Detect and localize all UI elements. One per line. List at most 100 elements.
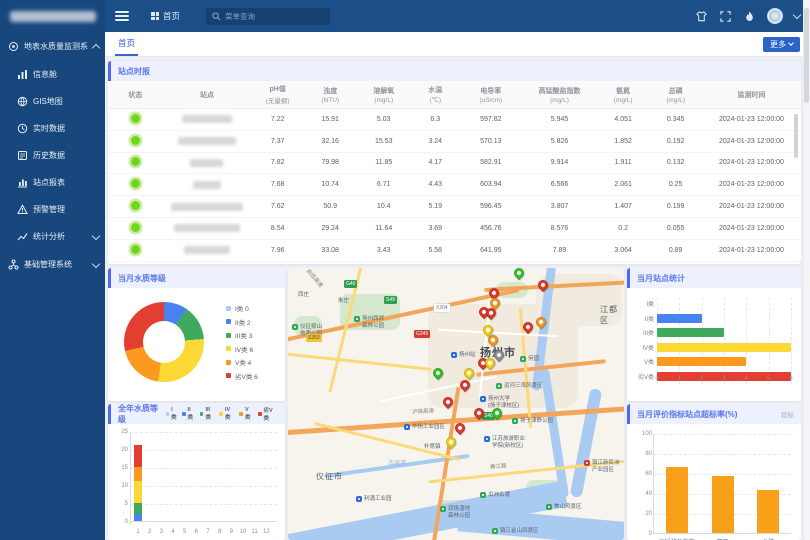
table-row[interactable]: 8.5429.2411.643.69456.768.5760.20.055202… (108, 217, 801, 239)
y-tick-label: 10 (116, 483, 128, 489)
y-axis (130, 432, 131, 525)
table-row[interactable]: 7.6250.910.45.19596.453.8071.4070.199202… (108, 196, 801, 218)
value-cell: 32.16 (304, 130, 357, 152)
segment-IV类 (134, 481, 142, 503)
annual-stacked-chart: 0510152025123456789101112 (130, 432, 277, 537)
value-cell: 5.03 (356, 109, 411, 131)
city-map[interactable]: 扬州市仪征市江都区扬州西郊 森林公园仪征捺山 地质公园扬州站何园运河三湾风景区扬… (288, 268, 624, 540)
table-row[interactable]: 7.2215.915.036.3597.825.9454.0510.345202… (108, 109, 801, 131)
sidebar-item-统计分析[interactable]: 统计分析 (0, 223, 105, 250)
time-cell: 2024-01-23 12:00:00 (702, 109, 801, 131)
sidebar-item-label: 统计分析 (33, 231, 65, 242)
station-stats-header: 当月站点统计 (627, 268, 801, 288)
sidebar-item-历史数据[interactable]: 历史数据 (0, 142, 105, 169)
col-header-站点: 站点 (163, 81, 252, 109)
value-cell: 1.407 (597, 196, 650, 218)
road-badge-G40: G40 (344, 280, 357, 288)
sidebar-item-label: 预警管理 (33, 204, 65, 215)
station-pin-green[interactable] (512, 268, 526, 280)
status-cell (108, 152, 163, 174)
donut-legend: I类 0II类 2III类 3IV类 6V类 4劣V类 6 (226, 303, 258, 381)
value-cell: 3.064 (597, 239, 650, 261)
map-label: 瓜洲古渡 (480, 492, 510, 499)
month-label: 10 (240, 529, 247, 535)
online-status-dot (131, 223, 140, 232)
legend-item-III类: III类 3 (226, 330, 258, 340)
sidebar-item-预警管理[interactable]: 预警管理 (0, 196, 105, 223)
sidebar-group-1[interactable]: 基础管理系统 (0, 250, 105, 279)
table-row[interactable]: 7.9633.083.435.58641.957.893.0640.892024… (108, 239, 801, 261)
value-cell: 29.24 (304, 217, 357, 239)
dark-mode-flame-icon[interactable] (743, 10, 756, 23)
status-cell (108, 239, 163, 261)
value-cell: 0.89 (649, 239, 702, 261)
value-cell: 3.43 (356, 239, 411, 261)
map-label: 润扬湿地 森林公园 (440, 506, 470, 520)
month-label: 4 (171, 529, 174, 535)
app-logo (0, 0, 105, 32)
table-row[interactable]: 7.3732.1615.533.24570.135.8261.8520.1922… (108, 130, 801, 152)
poi-blue-icon (404, 424, 410, 430)
exceedance-panel: 当月评价指标站点超标率(%) 超标 020406080100高锰酸盐指数氨氮总磷 (627, 404, 801, 540)
sidebar-group-0[interactable]: 地表水质量监测系统 (0, 32, 105, 61)
annual-legend-V类: V类 (239, 407, 254, 421)
status-cell (108, 196, 163, 218)
y-tick-label: 60 (638, 471, 652, 477)
nav-home[interactable]: 首页 (151, 10, 180, 22)
tab-home[interactable]: 首页 (115, 32, 138, 56)
month-label: 11 (252, 529, 258, 535)
value-cell: 6.3 (411, 109, 459, 131)
month-label: 6 (195, 529, 198, 535)
hbar-category-label: I类 (628, 299, 654, 308)
value-cell: 0.25 (649, 174, 702, 196)
value-cell: 7.68 (251, 174, 304, 196)
page-scrollbar-thumb[interactable] (804, 8, 809, 103)
theme-skin-icon[interactable] (695, 10, 708, 23)
left-column: 当月水质等级 I类 0II类 2III类 3IV类 6V类 4劣V类 6 全年水… (108, 268, 285, 540)
month-label: 7 (206, 529, 209, 535)
sidebar-item-信息舱[interactable]: 信息舱 (0, 61, 105, 88)
fullscreen-icon[interactable] (719, 10, 732, 23)
y-tick-label: 100 (638, 431, 652, 437)
menu-collapse-icon[interactable] (115, 11, 129, 21)
user-menu-chevron-icon[interactable] (793, 10, 801, 18)
x-tick-label: 2 (700, 376, 703, 382)
more-button[interactable]: 更多 (763, 37, 800, 52)
x-axis (130, 521, 277, 522)
col-header-状态: 状态 (108, 81, 163, 109)
y-tick-label: 0 (116, 519, 128, 525)
donut-ring (124, 302, 204, 382)
annual-grade-panel: 全年水质等级 I类II类III类IV类V类劣V类 051015202512345… (108, 404, 285, 540)
sidebar-item-实时数据[interactable]: 实时数据 (0, 115, 105, 142)
map-label: 利涌工业园 (356, 496, 392, 503)
annual-legend: I类II类III类IV类V类劣V类 (166, 406, 278, 422)
col-header-溶解氧: 溶解氧(mg/L) (356, 81, 411, 109)
table-scrollbar[interactable] (794, 114, 798, 158)
table-row[interactable]: 7.8279.9811.854.17582.919.9141.9110.1322… (108, 152, 801, 174)
road-badge-S49: S49 (384, 296, 397, 304)
table-row[interactable]: 7.6810.746.714.43603.946.5662.0610.25202… (108, 174, 801, 196)
sidebar-item-GIS地图[interactable]: GIS地图 (0, 88, 105, 115)
main-area: 首页 菜单查询 首页 (105, 0, 810, 540)
map-label: 华扬工业园区 (404, 424, 445, 431)
hbar-category-label: 劣V类 (628, 372, 654, 381)
hbar-bar-III类 (657, 328, 724, 337)
gridline (791, 298, 792, 384)
station-pin-red[interactable] (453, 421, 467, 435)
road-badge-G345: G345 (414, 330, 430, 338)
bottom-grid: 当月水质等级 I类 0II类 2III类 3IV类 6V类 4劣V类 6 全年水… (108, 268, 801, 540)
page-scrollbar[interactable] (803, 0, 810, 540)
right-column: 当月站点统计 I类II类III类IV类V类劣V类 0123456 当月评价指标站… (627, 268, 801, 540)
menu-search-input[interactable]: 菜单查询 (206, 8, 330, 25)
station-name-blurred (178, 137, 236, 145)
map-panel: 扬州市仪征市江都区扬州西郊 森林公园仪征捺山 地质公园扬州站何园运河三湾风景区扬… (288, 268, 624, 540)
legend-dot (226, 360, 231, 365)
month-label: 5 (183, 529, 186, 535)
user-avatar[interactable] (767, 8, 783, 24)
map-label: 江苏旅游职业 学院(新校区) (484, 436, 525, 450)
chevron-down-icon (788, 40, 794, 46)
value-cell: 7.96 (251, 239, 304, 261)
sidebar-item-站点报表[interactable]: 站点报表 (0, 169, 105, 196)
value-cell: 33.08 (304, 239, 357, 261)
value-cell: 15.91 (304, 109, 357, 131)
